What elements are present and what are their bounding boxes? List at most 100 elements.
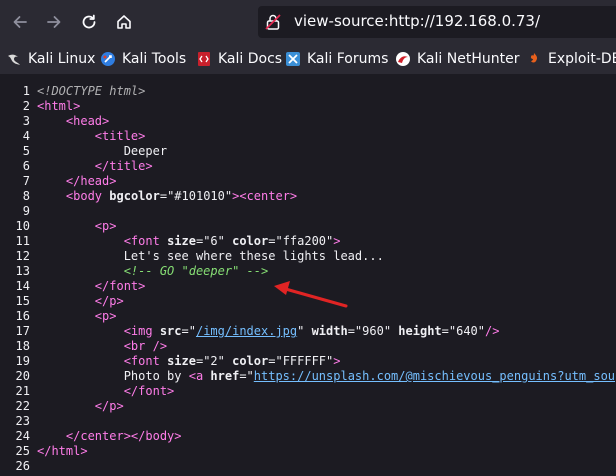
html-tag: > [333,354,341,368]
source-line: 24 </center></body> [0,429,616,444]
kali-forums-icon [286,52,300,66]
html-tag: </p> [94,399,124,413]
html-tag: <center> [239,189,298,203]
attribute-value: 2 [210,354,218,368]
bookmark-label: Kali Forums [307,51,389,67]
html-tag: <p> [94,309,117,323]
source-line: 25 </html> [0,444,616,459]
back-arrow-icon [13,16,27,28]
bookmark-kali-docs[interactable]: Kali Docs [196,44,282,74]
home-button[interactable] [110,8,138,36]
attribute-equals: =" [159,189,175,203]
source-line: 7 </head> [0,174,616,189]
line-number: 17 [15,324,30,338]
forward-button[interactable] [40,8,68,36]
bookmark-exploit-db[interactable]: Exploit-DB [526,44,616,74]
exploit-db-icon [530,53,538,63]
line-number: 20 [15,369,30,383]
attribute-equals: =" [347,324,363,338]
attribute-equals: =" [181,324,196,338]
text-node: Let's see where these lights lead... [123,249,384,263]
forward-arrow-icon [47,16,61,28]
bookmark-label: Exploit-DB [548,51,616,67]
line-number: 25 [15,444,30,458]
attribute-value: ffa200 [282,234,327,248]
back-button[interactable] [6,8,34,36]
line-number: 18 [15,339,30,353]
line-number: 5 [22,144,30,158]
source-line: 1 <!DOCTYPE html> [0,84,616,99]
bookmark-kali-nethunter[interactable]: Kali NetHunter [395,44,519,74]
source-line: 9 [0,204,616,219]
html-tag: <font [123,354,168,368]
line-number: 15 [15,294,30,308]
attribute-name: src [159,324,182,338]
kali-dragon-icon [8,54,20,65]
html-comment: <!-- GO "deeper" --> [123,264,269,278]
reload-icon [82,14,96,29]
bookmark-label: Kali Tools [122,51,187,67]
bookmark-kali-tools[interactable]: Kali Tools [100,44,186,74]
line-number: 21 [15,384,30,398]
line-number: 19 [15,354,30,368]
line-number: 11 [15,234,30,248]
html-tag: </title> [94,159,153,173]
attribute-quote: " [297,324,312,338]
address-bar[interactable]: view-source:http://192.168.0.73/ [258,6,616,38]
bookmark-kali-linux[interactable]: Kali Linux [6,44,95,74]
attribute-equals: =" [268,234,283,248]
line-number: 6 [22,159,30,173]
attribute-quote: " [383,324,399,338]
html-tag: <body [65,189,110,203]
html-tag: <head> [65,114,110,128]
attribute-equals: =" [195,234,211,248]
kali-docs-icon [198,52,210,66]
bookmark-kali-forums[interactable]: Kali Forums [285,44,388,74]
line-number: 22 [15,399,30,413]
line-number: 24 [15,429,30,443]
source-line: 4 <title> [0,129,616,144]
text-node: Photo by [123,369,189,383]
attribute-equals: =" [441,324,457,338]
url-text[interactable]: view-source:http://192.168.0.73/ [294,12,540,30]
source-link-unsplash[interactable]: https://unsplash.com/@mischievous_pengui… [254,369,615,383]
reload-button[interactable] [75,8,103,36]
html-tag: <title> [94,129,146,143]
attribute-name: size [167,354,196,368]
line-number: 4 [22,129,30,143]
html-tag: <br /> [123,339,168,353]
source-line: 20 Photo by <a href="https://unsplash.co… [0,369,616,384]
html-tag: /> [485,324,500,338]
line-number: 23 [15,414,30,428]
source-line: 10 <p> [0,219,616,234]
source-link-img[interactable]: /img/index.jpg [196,324,297,338]
line-number: 14 [15,279,30,293]
source-line: 21 </font> [0,384,616,399]
browser-toolbar: view-source:http://192.168.0.73/ [0,0,616,44]
attribute-value: FFFFFF [282,354,327,368]
insecure-lock-icon[interactable] [264,13,282,31]
source-line: 3 <head> [0,114,616,129]
attribute-value: #101010 [174,189,225,203]
kali-nethunter-icon [396,52,410,66]
line-number: 2 [22,99,30,113]
attribute-equals: =" [195,354,211,368]
source-line: 2 <html> [0,99,616,114]
attribute-value: 960 [362,324,384,338]
bookmark-label: Kali Docs [218,51,283,67]
attribute-value: 6 [210,234,218,248]
html-tag: <a [188,369,211,383]
